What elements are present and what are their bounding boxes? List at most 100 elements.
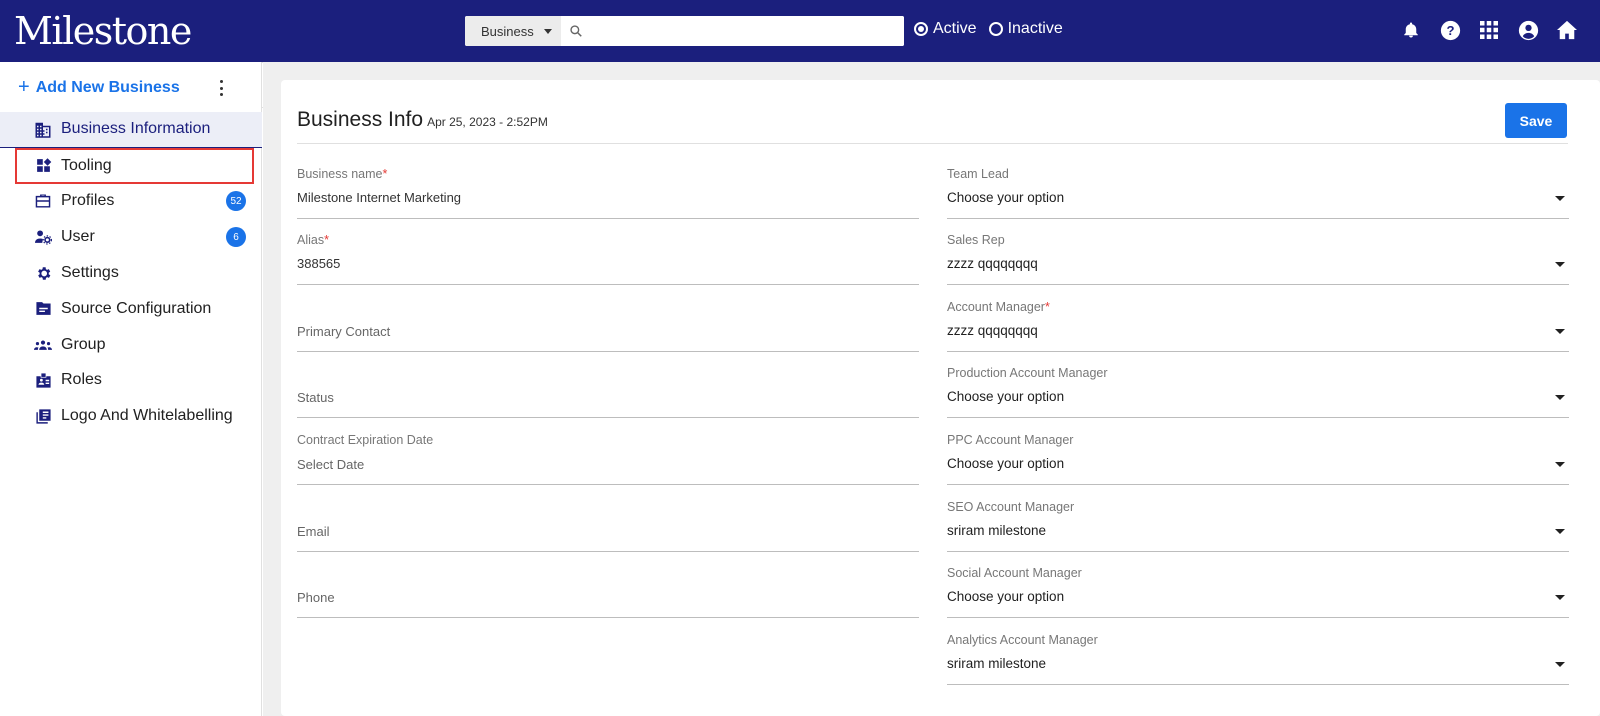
production-account-manager-select[interactable]: Production Account Manager Choose your o…	[947, 352, 1569, 418]
radio-unchecked-icon	[988, 22, 1003, 36]
search-type-label: Business	[481, 23, 534, 39]
library-icon	[34, 407, 52, 425]
seo-account-manager-select[interactable]: SEO Account Manager sriram milestone	[947, 486, 1569, 552]
phone-placeholder: Phone	[297, 590, 335, 605]
sidebar-item-settings[interactable]: Settings	[0, 255, 262, 291]
sidebar-item-label: Settings	[61, 264, 119, 282]
user-count-badge: 6	[226, 227, 246, 248]
sales-rep-select[interactable]: Sales Rep zzzz qqqqqqqq	[947, 219, 1569, 285]
sidebar-nav: Business Information Tooling Profiles 52…	[0, 112, 262, 434]
inactive-radio[interactable]: Inactive	[988, 20, 1063, 38]
sales-rep-label: Sales Rep	[947, 233, 1005, 247]
ppc-account-manager-select[interactable]: PPC Account Manager Choose your option	[947, 419, 1569, 485]
title-divider	[297, 143, 1568, 144]
account-manager-value: zzzz qqqqqqqq	[947, 323, 1038, 338]
dropdown-arrow-icon	[1555, 262, 1565, 267]
social-account-manager-select[interactable]: Social Account Manager Choose your optio…	[947, 552, 1569, 618]
sidebar-item-profiles[interactable]: Profiles 52	[0, 184, 262, 220]
briefcase-icon	[34, 192, 52, 210]
sidebar-item-business-information[interactable]: Business Information	[0, 112, 262, 148]
team-lead-value: Choose your option	[947, 190, 1065, 205]
sidebar-item-label: User	[61, 228, 95, 246]
contract-expiration-date-label: Contract Expiration Date	[297, 433, 434, 447]
bell-icon[interactable]	[1400, 19, 1422, 41]
phone-field[interactable]: Phone	[297, 552, 919, 618]
folder-icon	[34, 300, 52, 318]
team-lead-label: Team Lead	[947, 167, 1009, 181]
status-placeholder: Status	[297, 390, 334, 405]
sidebar-item-label: Source Configuration	[61, 299, 212, 317]
account-manager-select[interactable]: Account Manager* zzzz qqqqqqqq	[947, 286, 1569, 352]
dropdown-arrow-icon	[1555, 595, 1565, 600]
page-title-text: Business Info	[297, 108, 424, 131]
seo-account-manager-label: SEO Account Manager	[947, 500, 1075, 514]
plus-icon: +	[18, 76, 30, 98]
profiles-count-badge: 52	[226, 191, 246, 212]
sidebar-item-group[interactable]: Group	[0, 327, 262, 363]
business-name-field[interactable]: Business name* Milestone Internet Market…	[297, 153, 919, 219]
sidebar-item-source-configuration[interactable]: Source Configuration	[0, 291, 262, 327]
analytics-account-manager-select[interactable]: Analytics Account Manager sriram milesto…	[947, 619, 1569, 685]
dropdown-arrow-icon	[1555, 196, 1565, 201]
sidebar-item-label: Roles	[61, 371, 102, 389]
active-radio[interactable]: Active	[914, 20, 977, 38]
alias-field[interactable]: Alias* 388565	[297, 219, 919, 285]
email-placeholder: Email	[297, 524, 330, 539]
sidebar-item-user[interactable]: User 6	[0, 219, 262, 255]
production-account-manager-value: Choose your option	[947, 389, 1065, 404]
select-date-placeholder: Select Date	[297, 457, 365, 472]
help-icon[interactable]: ?	[1439, 19, 1461, 41]
alias-label: Alias*	[297, 233, 329, 247]
ppc-account-manager-value: Choose your option	[947, 456, 1065, 471]
primary-contact-placeholder: Primary Contact	[297, 324, 391, 339]
badge-icon	[34, 371, 52, 389]
radio-checked-icon	[914, 22, 928, 36]
status-radio-group: Active Inactive	[914, 20, 1063, 38]
search-bar: Business	[465, 16, 904, 46]
sidebar-item-label: Group	[61, 335, 106, 353]
dropdown-arrow-icon	[1555, 462, 1565, 467]
sales-rep-value: zzzz qqqqqqqq	[947, 256, 1038, 271]
sidebar-item-tooling[interactable]: Tooling	[15, 147, 254, 184]
add-new-business-button[interactable]: + Add New Business	[18, 76, 180, 99]
milestone-logo[interactable]: Milestone	[14, 8, 192, 54]
header-icons: ?	[1400, 19, 1578, 41]
account-icon[interactable]	[1517, 19, 1539, 41]
sidebar-item-roles[interactable]: Roles	[0, 363, 262, 399]
production-account-manager-label: Production Account Manager	[947, 366, 1108, 380]
dashboard-icon	[34, 157, 52, 175]
ppc-account-manager-label: PPC Account Manager	[947, 433, 1074, 447]
more-options-icon[interactable]	[218, 80, 224, 96]
analytics-account-manager-value: sriram milestone	[947, 656, 1047, 671]
sidebar-item-label: Tooling	[61, 156, 112, 174]
dropdown-arrow-icon	[1555, 529, 1565, 534]
gear-icon	[34, 264, 52, 282]
social-account-manager-value: Choose your option	[947, 589, 1065, 604]
sidebar-item-label: Profiles	[61, 192, 115, 210]
email-field[interactable]: Email	[297, 486, 919, 552]
primary-contact-field[interactable]: Primary Contact	[297, 286, 919, 352]
active-radio-label: Active	[933, 20, 977, 37]
business-name-value: Milestone Internet Marketing	[297, 190, 462, 205]
group-icon	[34, 336, 52, 354]
apps-grid-icon[interactable]	[1478, 19, 1500, 41]
account-manager-label: Account Manager*	[947, 300, 1050, 314]
sidebar-item-logo-and-whitelabelling[interactable]: Logo And Whitelabelling	[0, 398, 262, 434]
contract-expiration-date-field[interactable]: Contract Expiration Date Select Date	[297, 419, 919, 485]
save-button[interactable]: Save	[1505, 103, 1567, 138]
team-lead-select[interactable]: Team Lead Choose your option	[947, 153, 1569, 219]
inactive-radio-label: Inactive	[1007, 20, 1063, 37]
sidebar-item-label: Logo And Whitelabelling	[61, 407, 233, 425]
social-account-manager-label: Social Account Manager	[947, 566, 1082, 580]
analytics-account-manager-label: Analytics Account Manager	[947, 633, 1098, 647]
dropdown-arrow-icon	[1555, 395, 1565, 400]
page-title: Business Info Apr 25, 2023 - 2:52PM	[297, 108, 548, 132]
svg-text:?: ?	[1446, 22, 1454, 37]
user-settings-icon	[34, 228, 52, 246]
seo-account-manager-value: sriram milestone	[947, 523, 1047, 538]
search-type-dropdown[interactable]: Business	[465, 16, 561, 46]
search-input[interactable]	[591, 16, 904, 46]
status-field[interactable]: Status	[297, 352, 919, 418]
home-icon[interactable]	[1556, 19, 1578, 41]
dropdown-arrow-icon	[1555, 662, 1565, 667]
